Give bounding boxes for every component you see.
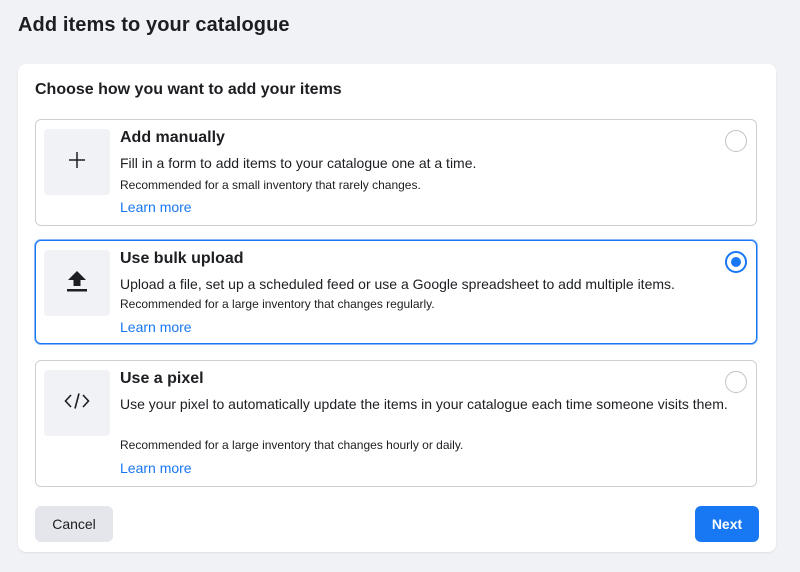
upload-icon [66,269,88,298]
option-icon-box [44,129,110,195]
code-icon [64,392,90,415]
cancel-button[interactable]: Cancel [35,506,113,542]
option-description: Fill in a form to add items to your cata… [120,155,477,171]
option-description: Use your pixel to automatically update t… [120,396,728,412]
learn-more-link[interactable]: Learn more [120,460,192,476]
option-icon-box [44,250,110,316]
option-title: Use bulk upload [120,250,244,267]
radio-bulk-upload[interactable] [725,251,747,273]
learn-more-link[interactable]: Learn more [120,319,192,335]
learn-more-link[interactable]: Learn more [120,199,192,215]
option-add-manually[interactable]: Add manually Fill in a form to add items… [35,119,757,226]
option-bulk-upload[interactable]: Use bulk upload Upload a file, set up a … [35,240,757,344]
page-title: Add items to your catalogue [18,14,290,36]
plus-icon [68,151,86,174]
option-icon-box [44,370,110,436]
option-title: Add manually [120,129,225,146]
option-description: Upload a file, set up a scheduled feed o… [120,276,675,292]
card-heading: Choose how you want to add your items [35,81,342,98]
radio-use-pixel[interactable] [725,371,747,393]
option-recommendation: Recommended for a large inventory that c… [120,297,435,311]
option-recommendation: Recommended for a small inventory that r… [120,178,421,192]
option-use-pixel[interactable]: Use a pixel Use your pixel to automatica… [35,360,757,487]
radio-add-manually[interactable] [725,130,747,152]
next-button[interactable]: Next [695,506,759,542]
add-method-card: Choose how you want to add your items Ad… [18,64,776,552]
option-title: Use a pixel [120,370,204,387]
option-recommendation: Recommended for a large inventory that c… [120,438,464,452]
